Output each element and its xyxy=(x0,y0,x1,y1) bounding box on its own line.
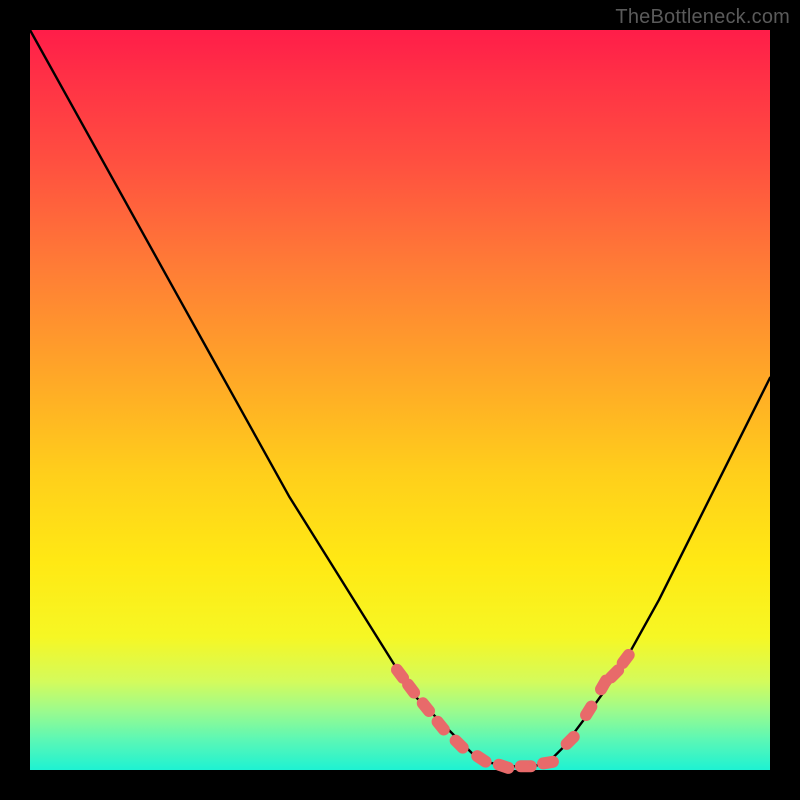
marker xyxy=(491,757,516,775)
marker xyxy=(469,748,494,770)
bottleneck-curve xyxy=(30,30,770,766)
plot-area xyxy=(30,30,770,770)
marker xyxy=(447,732,471,756)
marker xyxy=(429,713,452,738)
curve-layer xyxy=(30,30,770,770)
marker xyxy=(515,760,537,772)
attribution-text: TheBottleneck.com xyxy=(615,6,790,29)
highlight-markers xyxy=(389,647,638,776)
chart-frame: TheBottleneck.com xyxy=(0,0,800,800)
marker xyxy=(536,755,560,770)
